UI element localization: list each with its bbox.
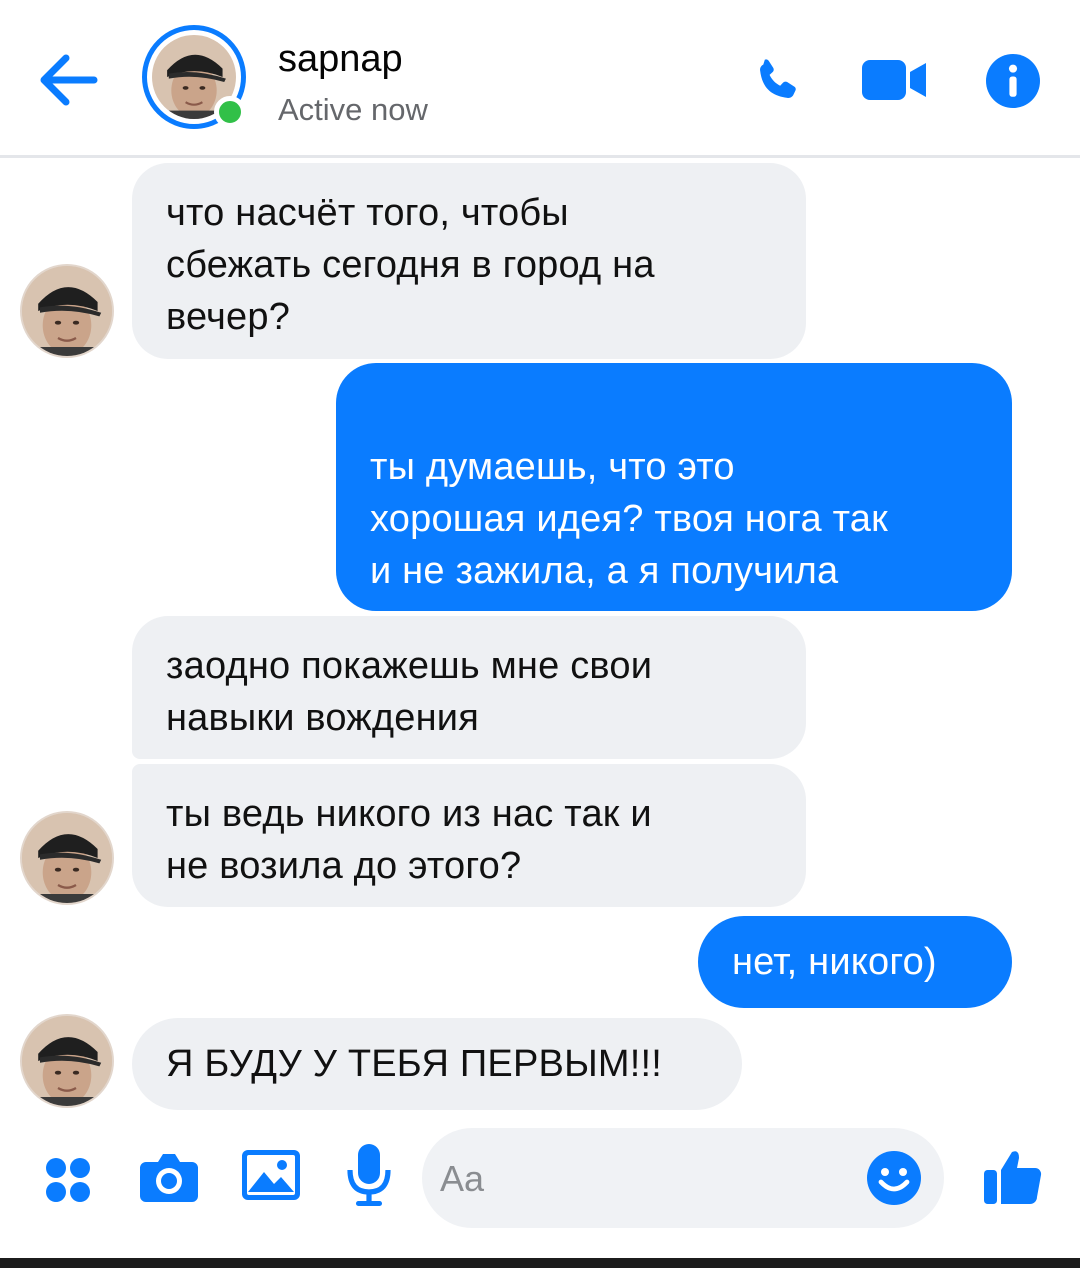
- video-camera-icon[interactable]: [862, 58, 928, 102]
- message-text: ты думаешь, что это хорошая идея? твоя н…: [370, 446, 888, 644]
- message-bubble-outgoing[interactable]: ты думаешь, что это хорошая идея? твоя н…: [336, 363, 1012, 692]
- avatar-photo: [22, 813, 112, 903]
- sender-avatar[interactable]: [20, 264, 114, 358]
- chat-header: sapnap Active now: [0, 0, 1080, 158]
- message-bubble-incoming[interactable]: заодно покажешь мне свои навыки вождения: [132, 616, 806, 759]
- contact-name[interactable]: sapnap: [278, 38, 403, 81]
- online-status-dot: [214, 96, 246, 128]
- info-icon[interactable]: [986, 54, 1040, 108]
- message-bubble-incoming[interactable]: Я БУДУ У ТЕБЯ ПЕРВЫМ!!!: [132, 1018, 742, 1110]
- avatar-photo: [22, 266, 112, 356]
- avatar-photo: [22, 1016, 112, 1106]
- thumbs-up-icon[interactable]: [984, 1148, 1042, 1204]
- contact-status: Active now: [278, 92, 428, 127]
- message-input[interactable]: Aa: [422, 1128, 944, 1228]
- sender-avatar[interactable]: [20, 1014, 114, 1108]
- message-bubble-incoming[interactable]: что насчёт того, чтобы сбежать сегодня в…: [132, 163, 806, 359]
- message-bubble-incoming[interactable]: ты ведь никого из нас так и не возила до…: [132, 764, 806, 907]
- message-input-placeholder: Aa: [440, 1158, 485, 1199]
- microphone-icon[interactable]: [346, 1144, 392, 1206]
- camera-icon[interactable]: [140, 1150, 198, 1202]
- phone-icon[interactable]: [750, 54, 804, 108]
- apps-grid-icon[interactable]: [44, 1156, 92, 1204]
- back-arrow-icon[interactable]: [36, 50, 100, 110]
- image-icon[interactable]: [242, 1150, 300, 1200]
- bottom-edge: [0, 1258, 1080, 1268]
- emoji-smile-icon[interactable]: [866, 1150, 922, 1206]
- message-bubble-outgoing[interactable]: нет, никого): [698, 916, 1012, 1008]
- sender-avatar[interactable]: [20, 811, 114, 905]
